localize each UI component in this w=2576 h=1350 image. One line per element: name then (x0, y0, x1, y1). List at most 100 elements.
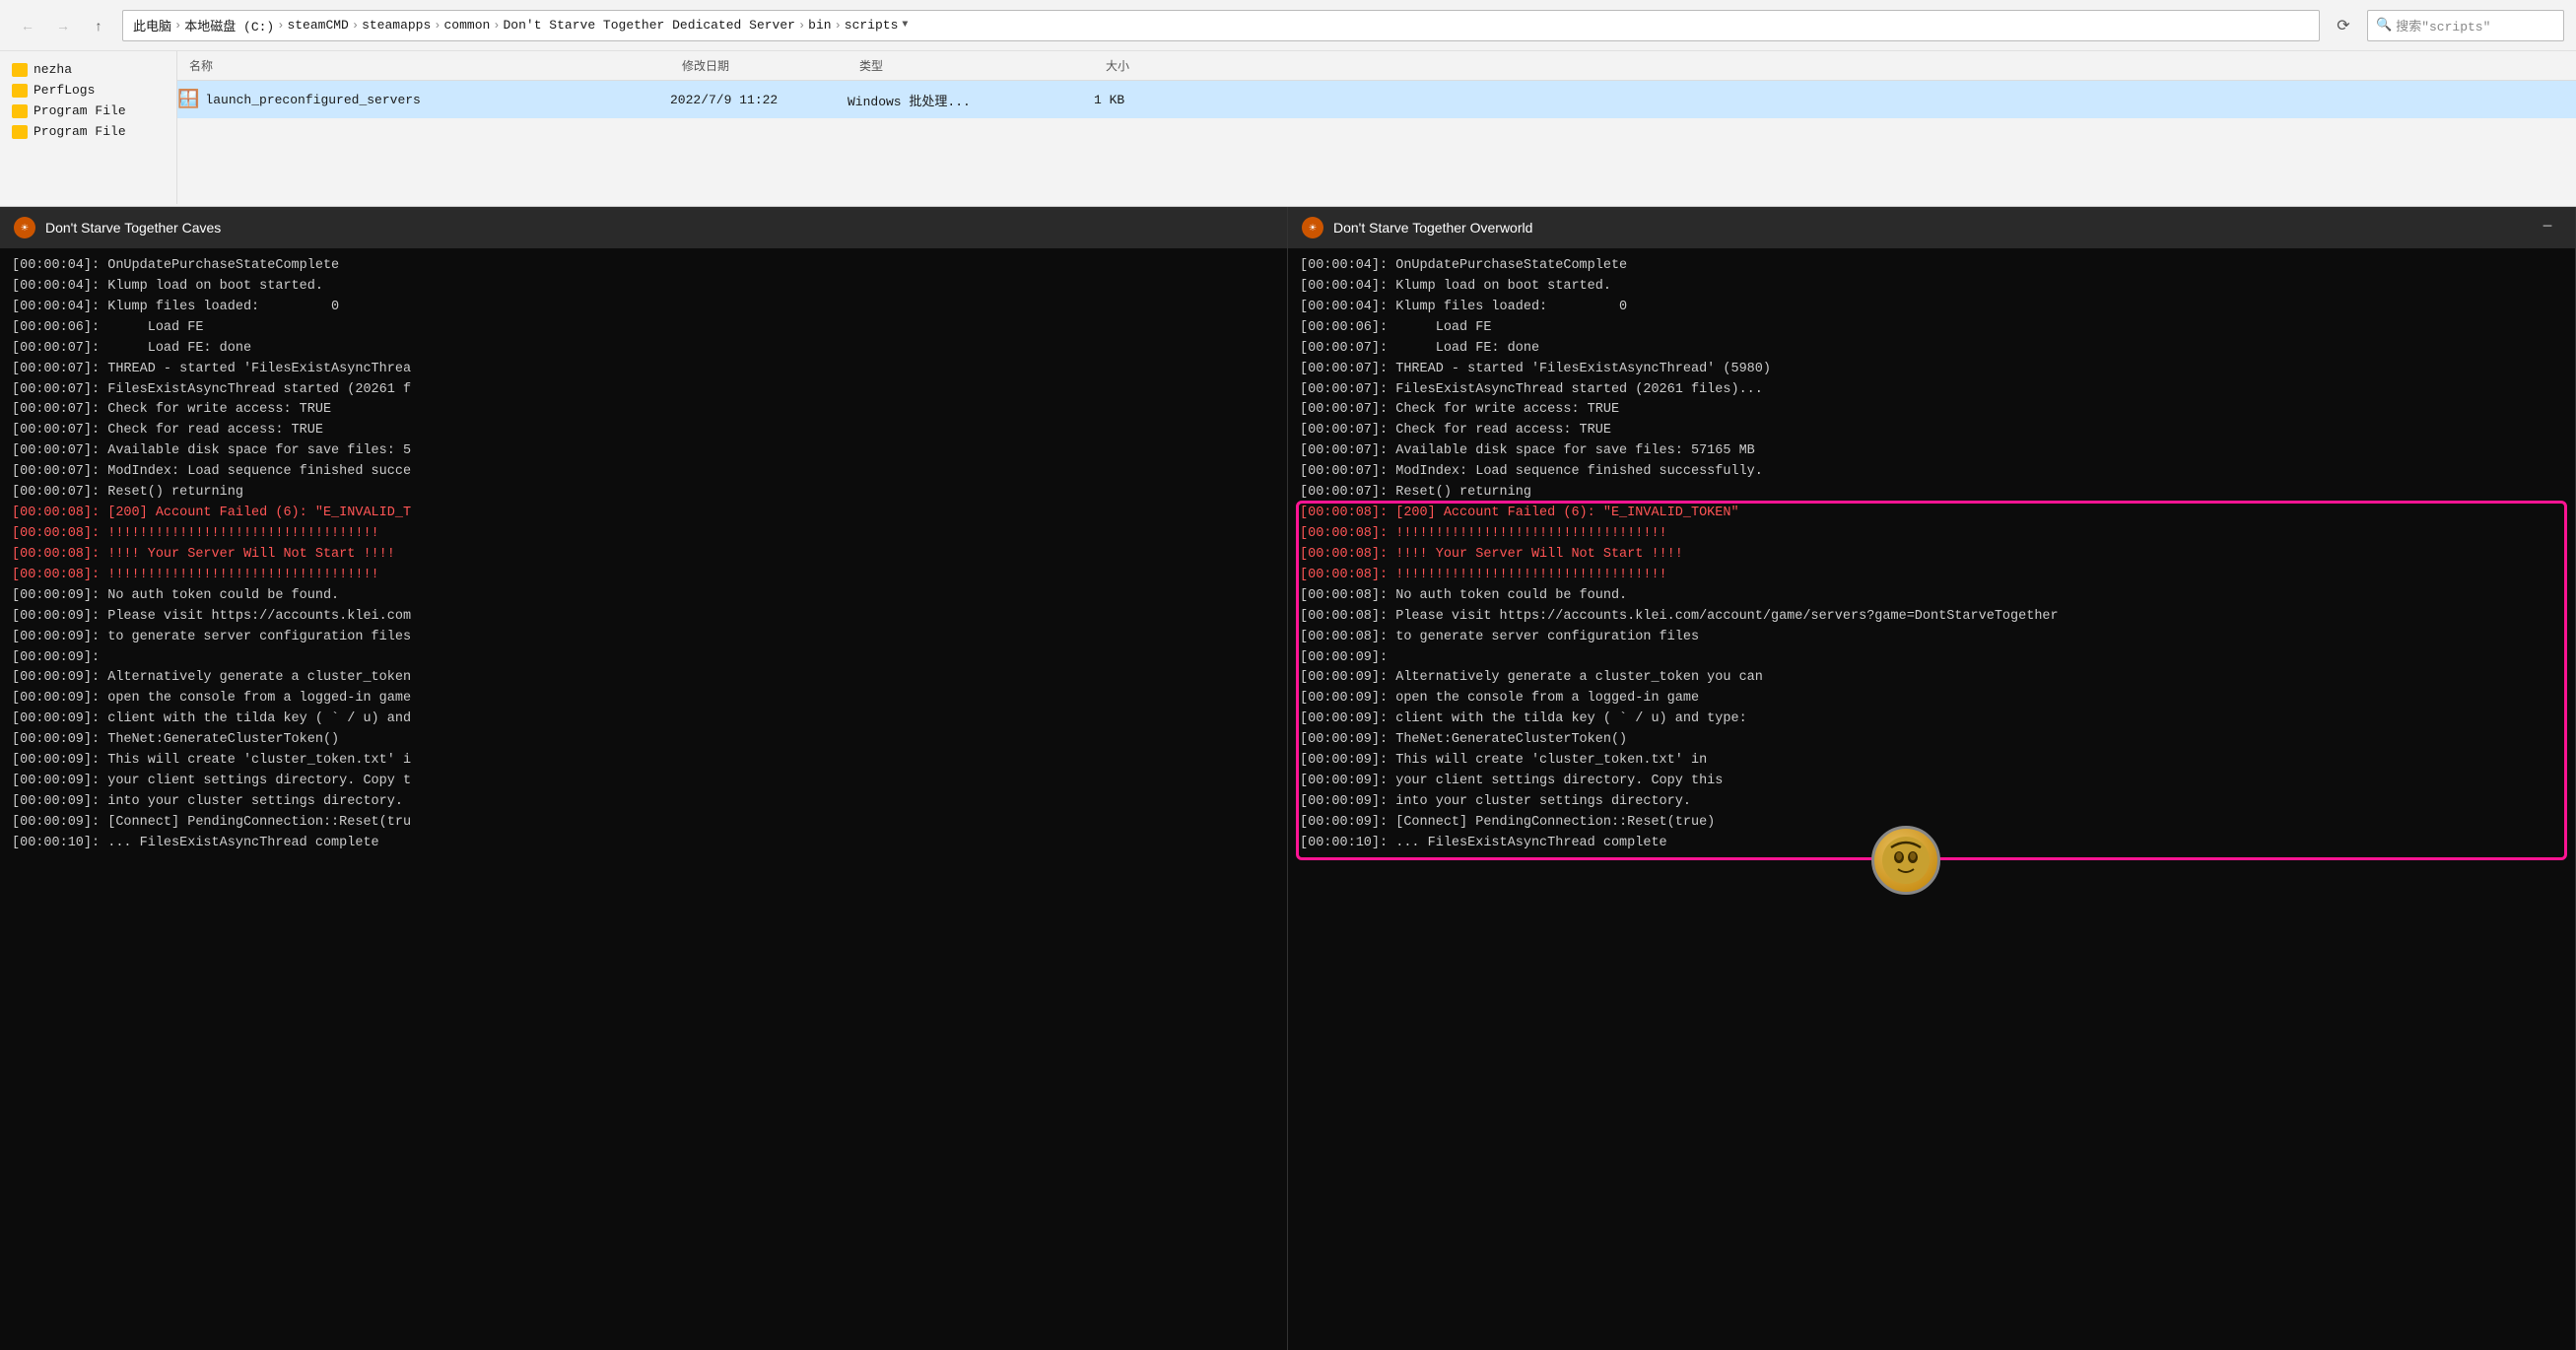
terminal-line: [00:00:08]: [200] Account Failed (6): "E… (12, 504, 1275, 524)
terminal-line: [00:00:07]: Check for read access: TRUE (12, 421, 1275, 441)
terminal-line: [00:00:09]: client with the tilda key ( … (1300, 709, 2563, 730)
terminal-line: [00:00:08]: Please visit https://account… (1300, 607, 2563, 628)
file-content: nezha PerfLogs Program File Program File… (0, 51, 2576, 204)
path-segment-bin[interactable]: bin (808, 18, 831, 33)
terminal-line: [00:00:09]: TheNet:GenerateClusterToken(… (12, 730, 1275, 751)
terminal-line: [00:00:07]: THREAD - started 'FilesExist… (12, 360, 1275, 380)
sidebar-item-label: nezha (34, 62, 72, 77)
terminal-line: [00:00:07]: THREAD - started 'FilesExist… (1300, 360, 2563, 380)
refresh-button[interactable]: ⟳ (2328, 10, 2359, 41)
avatar-overlay (1871, 826, 1940, 895)
col-header-name[interactable]: 名称 (177, 57, 670, 74)
terminal-line: [00:00:04]: Klump files loaded: 0 (12, 298, 1275, 318)
sidebar-tree: nezha PerfLogs Program File Program File (0, 51, 177, 204)
terminal-line: [00:00:07]: ModIndex: Load sequence fini… (12, 462, 1275, 483)
sidebar-item-perflogs[interactable]: PerfLogs (0, 80, 176, 101)
terminal-line: [00:00:06]: Load FE (12, 318, 1275, 339)
terminal-overworld: ☀ Don't Starve Together Overworld − [00:… (1288, 207, 2576, 1350)
caves-terminal-title: Don't Starve Together Caves (45, 220, 221, 236)
terminal-line: [00:00:07]: Check for write access: TRUE (1300, 400, 2563, 421)
terminal-line: [00:00:08]: [200] Account Failed (6): "E… (1300, 504, 2563, 524)
caves-terminal-icon: ☀ (14, 217, 35, 238)
terminal-line: [00:00:07]: Reset() returning (12, 483, 1275, 504)
terminal-line: [00:00:09]: into your cluster settings d… (1300, 792, 2563, 813)
table-row[interactable]: 🪟 launch_preconfigured_servers 2022/7/9 … (177, 81, 2576, 118)
terminal-line: [00:00:08]: !!!!!!!!!!!!!!!!!!!!!!!!!!!!… (12, 524, 1275, 545)
terminal-line: [00:00:09]: open the console from a logg… (1300, 689, 2563, 709)
path-segment-steamcmd[interactable]: steamCMD (287, 18, 348, 33)
path-segment-dst[interactable]: Don't Starve Together Dedicated Server (504, 18, 795, 33)
terminal-line: [00:00:06]: Load FE (1300, 318, 2563, 339)
terminal-caves: ☀ Don't Starve Together Caves [00:00:04]… (0, 207, 1288, 1350)
col-header-type[interactable]: 类型 (847, 57, 1094, 74)
file-explorer: ← → ↑ 此电脑 › 本地磁盘 (C:) › steamCMD › steam… (0, 0, 2576, 207)
terminal-line: [00:00:09]: your client settings directo… (1300, 772, 2563, 792)
path-dropdown-arrow: ▼ (902, 20, 908, 31)
terminal-line: [00:00:09]: [Connect] PendingConnection:… (12, 813, 1275, 834)
folder-icon (12, 84, 28, 98)
back-button[interactable]: ← (12, 10, 43, 41)
terminal-line: [00:00:07]: Load FE: done (1300, 339, 2563, 360)
search-icon: 🔍 (2376, 18, 2392, 33)
terminal-line: [00:00:09]: TheNet:GenerateClusterToken(… (1300, 730, 2563, 751)
search-bar[interactable]: 🔍 搜索"scripts" (2367, 10, 2564, 41)
terminal-line: [00:00:09]: No auth token could be found… (12, 586, 1275, 607)
col-header-date[interactable]: 修改日期 (670, 57, 847, 74)
path-segment-scripts[interactable]: scripts (845, 18, 899, 33)
terminal-line: [00:00:07]: Check for read access: TRUE (1300, 421, 2563, 441)
terminal-line: [00:00:09]: This will create 'cluster_to… (1300, 751, 2563, 772)
terminal-line: [00:00:09]: open the console from a logg… (12, 689, 1275, 709)
path-bar[interactable]: 此电脑 › 本地磁盘 (C:) › steamCMD › steamapps ›… (122, 10, 2320, 41)
overworld-close-button[interactable]: − (2534, 214, 2561, 241)
file-name-label: launch_preconfigured_servers (205, 93, 420, 107)
terminal-line: [00:00:09]: Please visit https://account… (12, 607, 1275, 628)
terminal-line: [00:00:07]: Available disk space for sav… (12, 441, 1275, 462)
terminal-line: [00:00:08]: to generate server configura… (1300, 628, 2563, 648)
sidebar-item-programfiles2[interactable]: Program File (0, 121, 176, 142)
file-type-cell: Windows 批处理... (847, 91, 1094, 109)
terminal-line: [00:00:09]: Alternatively generate a clu… (1300, 668, 2563, 689)
terminal-line: [00:00:04]: OnUpdatePurchaseStateComplet… (12, 256, 1275, 277)
path-segment-steamapps[interactable]: steamapps (362, 18, 431, 33)
terminal-line: [00:00:09]: Alternatively generate a clu… (12, 668, 1275, 689)
terminal-line: [00:00:10]: ... FilesExistAsyncThread co… (12, 834, 1275, 854)
terminals-area: ☀ Don't Starve Together Caves [00:00:04]… (0, 207, 2576, 1350)
terminal-line: [00:00:09]: client with the tilda key ( … (12, 709, 1275, 730)
terminal-line: [00:00:04]: Klump load on boot started. (12, 277, 1275, 298)
terminal-line: [00:00:07]: Reset() returning (1300, 483, 2563, 504)
path-segment-c[interactable]: 本地磁盘 (C:) (184, 16, 274, 34)
overworld-terminal-body[interactable]: [00:00:04]: OnUpdatePurchaseStateComplet… (1288, 248, 2575, 1350)
file-size-cell: 1 KB (1094, 93, 1192, 107)
terminal-line: [00:00:08]: !!!!!!!!!!!!!!!!!!!!!!!!!!!!… (1300, 566, 2563, 586)
file-list-area: 名称 修改日期 类型 大小 🪟 launch_preconfigured_ser… (177, 51, 2576, 204)
terminal-line: [00:00:09]: (12, 648, 1275, 669)
terminal-line: [00:00:09]: your client settings directo… (12, 772, 1275, 792)
sidebar-item-programfiles1[interactable]: Program File (0, 101, 176, 121)
terminal-line: [00:00:09]: [Connect] PendingConnection:… (1300, 813, 2563, 834)
up-button[interactable]: ↑ (83, 10, 114, 41)
file-list-header: 名称 修改日期 类型 大小 (177, 51, 2576, 81)
overworld-terminal-title: Don't Starve Together Overworld (1333, 220, 1532, 236)
terminal-line: [00:00:09]: (1300, 648, 2563, 669)
terminal-line: [00:00:08]: !!!! Your Server Will Not St… (12, 545, 1275, 566)
terminal-line: [00:00:07]: Load FE: done (12, 339, 1275, 360)
terminal-line: [00:00:08]: !!!!!!!!!!!!!!!!!!!!!!!!!!!!… (1300, 524, 2563, 545)
forward-button[interactable]: → (47, 10, 79, 41)
terminal-line: [00:00:09]: into your cluster settings d… (12, 792, 1275, 813)
terminal-line: [00:00:04]: OnUpdatePurchaseStateComplet… (1300, 256, 2563, 277)
terminal-line: [00:00:07]: FilesExistAsyncThread starte… (1300, 380, 2563, 401)
terminal-line: [00:00:09]: This will create 'cluster_to… (12, 751, 1275, 772)
terminal-line: [00:00:07]: FilesExistAsyncThread starte… (12, 380, 1275, 401)
path-segment-pc[interactable]: 此电脑 (133, 16, 171, 34)
address-bar: ← → ↑ 此电脑 › 本地磁盘 (C:) › steamCMD › steam… (0, 0, 2576, 51)
folder-icon (12, 125, 28, 139)
sidebar-item-nezha[interactable]: nezha (0, 59, 176, 80)
terminal-line: [00:00:04]: Klump load on boot started. (1300, 277, 2563, 298)
terminal-line: [00:00:08]: !!!! Your Server Will Not St… (1300, 545, 2563, 566)
nav-buttons: ← → ↑ (12, 10, 114, 41)
caves-terminal-body[interactable]: [00:00:04]: OnUpdatePurchaseStateComplet… (0, 248, 1287, 1350)
col-header-size[interactable]: 大小 (1094, 57, 1192, 74)
sidebar-item-label: PerfLogs (34, 83, 95, 98)
terminal-line: [00:00:08]: No auth token could be found… (1300, 586, 2563, 607)
path-segment-common[interactable]: common (443, 18, 490, 33)
